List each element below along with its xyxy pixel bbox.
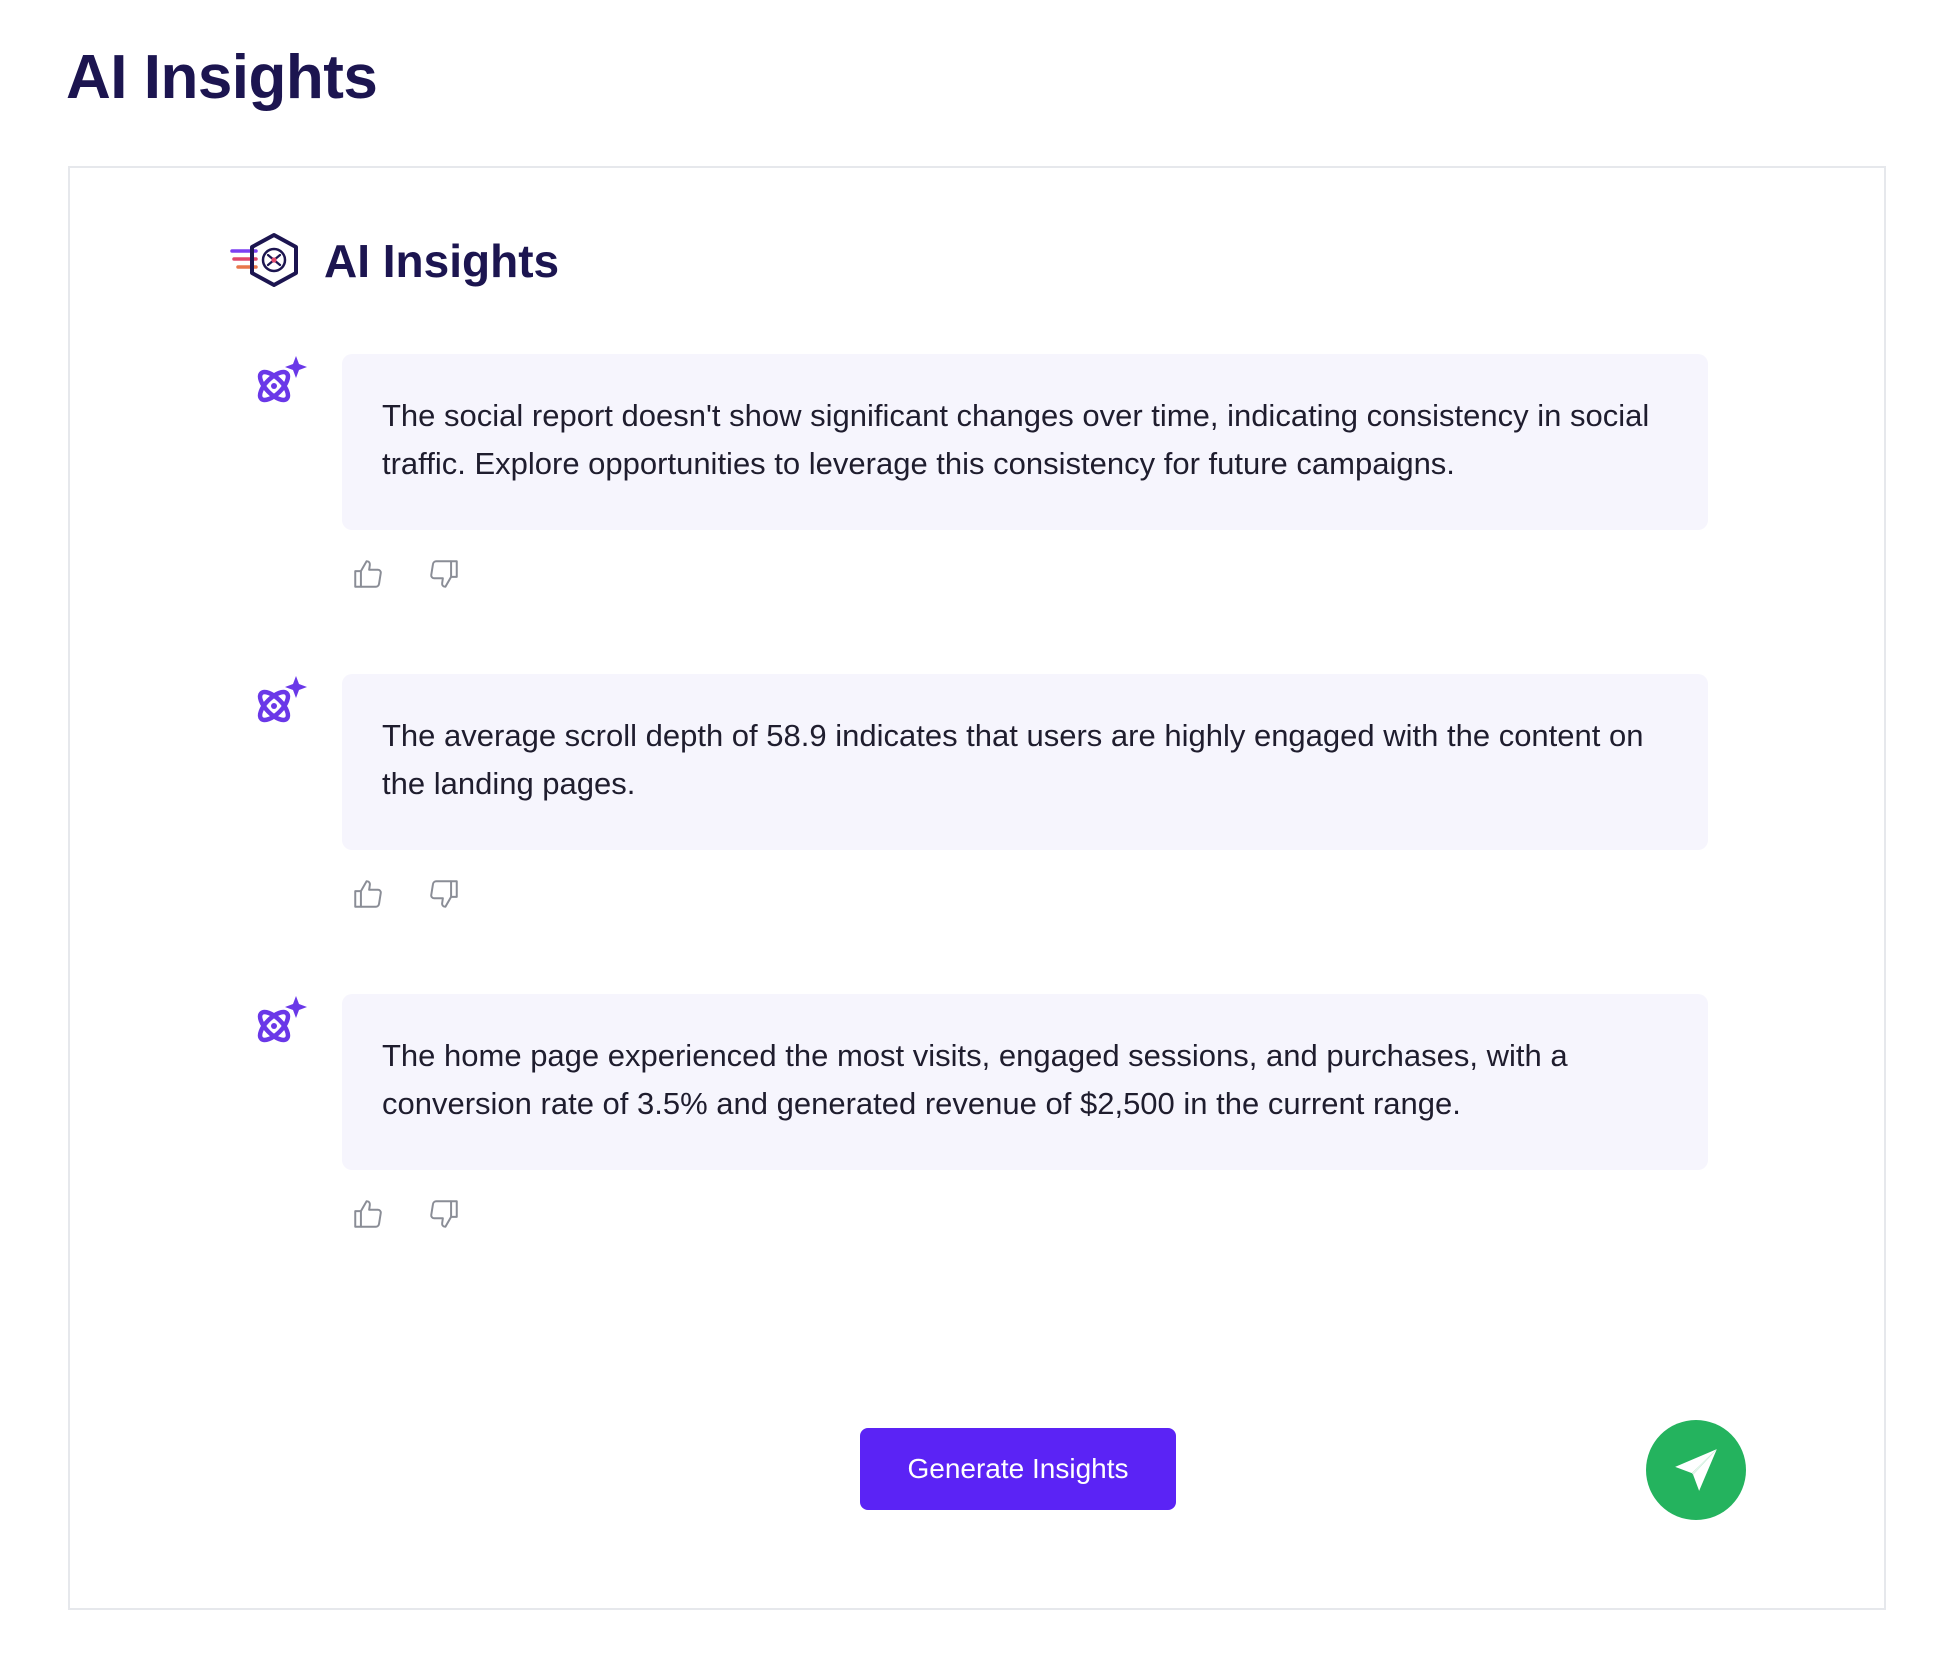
insight-text: The social report doesn't show significa…	[382, 398, 1650, 481]
hexagon-brain-logo-icon	[230, 233, 298, 287]
thumbs-down-button[interactable]	[426, 1196, 462, 1232]
thumbs-down-icon	[430, 1200, 458, 1228]
insight-text: The home page experienced the most visit…	[382, 1038, 1568, 1121]
paper-plane-icon	[1675, 1449, 1717, 1491]
thumbs-up-button[interactable]	[350, 556, 386, 592]
insights-panel: AI Insights The social report doesn't sh…	[68, 166, 1886, 1610]
thumbs-up-icon	[354, 560, 382, 588]
insight-bubble: The home page experienced the most visit…	[342, 994, 1708, 1170]
ai-sparkle-icon	[257, 356, 307, 403]
panel-title: AI Insights	[324, 235, 560, 287]
ai-sparkle-icon	[257, 676, 307, 723]
send-button[interactable]	[1646, 1420, 1746, 1520]
insight-bubble: The average scroll depth of 58.9 indicat…	[342, 674, 1708, 850]
thumbs-up-icon	[354, 1200, 382, 1228]
thumbs-down-icon	[430, 880, 458, 908]
generate-insights-button[interactable]: Generate Insights	[860, 1428, 1176, 1510]
thumbs-up-button[interactable]	[350, 1196, 386, 1232]
thumbs-up-button[interactable]	[350, 876, 386, 912]
thumbs-up-icon	[354, 880, 382, 908]
feedback-actions	[350, 876, 462, 912]
feedback-actions	[350, 556, 462, 592]
thumbs-down-icon	[430, 560, 458, 588]
insight-bubble: The social report doesn't show significa…	[342, 354, 1708, 530]
insight-text: The average scroll depth of 58.9 indicat…	[382, 718, 1644, 801]
page-title: AI Insights	[66, 43, 378, 112]
panel-header: AI Insights	[230, 226, 559, 296]
ai-sparkle-icon	[257, 996, 307, 1043]
thumbs-down-button[interactable]	[426, 556, 462, 592]
thumbs-down-button[interactable]	[426, 876, 462, 912]
feedback-actions	[350, 1196, 462, 1232]
